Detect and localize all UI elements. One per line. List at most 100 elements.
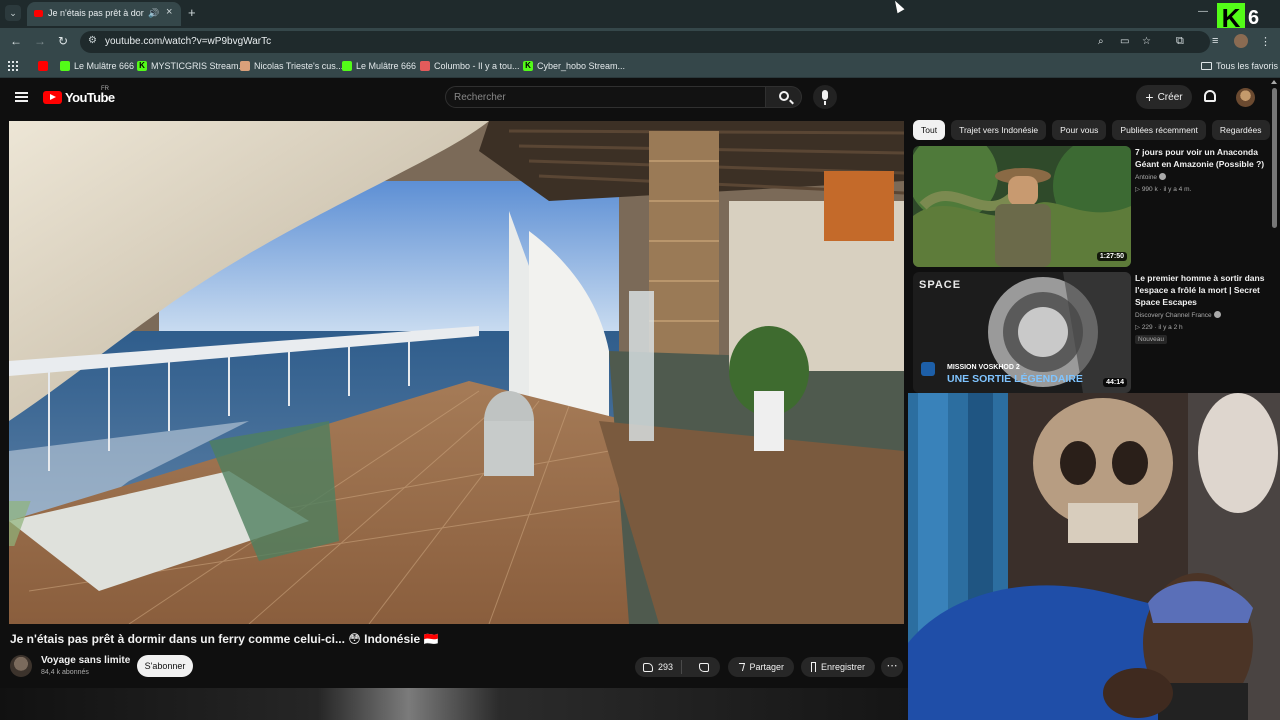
all-bookmarks-label: Tous les favoris [1216, 61, 1279, 71]
folder-icon [1201, 62, 1212, 70]
bookmark-item[interactable]: Columbo - Il y a tou... [420, 61, 520, 71]
bookmark-item[interactable]: Nicolas Trieste's cus... [240, 61, 343, 71]
bookmark-item[interactable]: Le Mulâtre 666 [342, 61, 416, 71]
webcam-overlay [908, 393, 1280, 720]
search-box [445, 86, 766, 108]
bookmark-label: Columbo - Il y a tou... [434, 61, 520, 71]
recommendation-channel[interactable]: Antoine [1135, 173, 1167, 181]
bookmark-label: MYSTICGRIS Stream... [151, 61, 247, 71]
more-actions-icon[interactable]: ⋯ [881, 657, 903, 677]
chip-trajet-indonesie[interactable]: Trajet vers Indonésie [951, 120, 1047, 140]
forward-icon[interactable]: → [34, 34, 46, 48]
share-label: Partager [749, 662, 784, 672]
chip-regardees[interactable]: Regardées [1211, 120, 1270, 140]
youtube-logo[interactable]: YouTube FR [43, 86, 115, 105]
youtube-wordmark: YouTube [65, 90, 115, 105]
zoom-icon[interactable]: ⌕ [1098, 36, 1104, 47]
minimize-window-icon[interactable]: — [1198, 6, 1208, 17]
thumbnail-caption-line2: UNE SORTIE LÉGENDAIRE [947, 373, 1083, 385]
profile-avatar[interactable] [1234, 34, 1248, 48]
verified-icon [1159, 173, 1167, 180]
video-player[interactable] [9, 121, 904, 624]
thumbs-up-icon [643, 662, 654, 672]
extensions-icon[interactable]: ⧉ [1176, 35, 1184, 48]
video-thumbnail[interactable] [913, 146, 1131, 267]
bookmark-star-icon[interactable]: ☆ [1142, 36, 1151, 47]
like-button[interactable]: 293 [635, 660, 683, 674]
back-icon[interactable]: ← [10, 34, 22, 48]
bookmarks-bar: Le Mulâtre 666 K MYSTICGRIS Stream... Ni… [0, 56, 1280, 78]
video-thumbnail[interactable]: SPACE MISSION VOSKHOD 2 UNE SORTIE LÉGEN… [913, 272, 1131, 393]
site-info-icon[interactable]: ⚙ [88, 35, 97, 46]
account-avatar[interactable] [1236, 88, 1255, 107]
streamer-webcam-feed [908, 393, 1280, 720]
create-label: Créer [1157, 91, 1183, 103]
bookmark-item[interactable]: K Cyber_hobo Stream... [523, 61, 625, 71]
leaf-icon [342, 61, 352, 71]
recommendation-title[interactable]: Le premier homme à sortir dans l'espace … [1135, 272, 1265, 308]
recommendation-item[interactable]: SPACE MISSION VOSKHOD 2 UNE SORTIE LÉGEN… [913, 272, 1273, 394]
notifications-bell-icon[interactable] [1204, 90, 1216, 102]
search-button[interactable] [766, 86, 802, 108]
channel-name[interactable]: Voyage sans limite [41, 655, 130, 666]
bookmark-label: Le Mulâtre 666 [356, 61, 417, 71]
hamburger-menu-icon[interactable] [15, 92, 28, 102]
share-button[interactable]: Partager [728, 657, 794, 677]
meta-text: 990 k · il y a 4 m. [1141, 186, 1192, 193]
bookmark-item[interactable]: K MYSTICGRIS Stream... [137, 61, 246, 71]
chip-publiees-recemment[interactable]: Publiées récemment [1112, 120, 1206, 140]
avatar-icon [420, 61, 430, 71]
chip-pour-vous[interactable]: Pour vous [1052, 120, 1107, 140]
jungle-explorer-thumbnail [913, 146, 1131, 267]
search-input[interactable] [454, 90, 754, 104]
recommendation-channel[interactable]: Discovery Channel France [1135, 311, 1221, 319]
video-title: Je n'étais pas prêt à dormir dans un fer… [10, 632, 439, 646]
recommendation-chips: Tout Trajet vers Indonésie Pour vous Pub… [913, 120, 1273, 140]
bookmark-label: Nicolas Trieste's cus... [254, 61, 344, 71]
leaf-icon [60, 61, 70, 71]
save-label: Enregistrer [820, 662, 865, 672]
new-tab-icon[interactable]: + [188, 5, 196, 20]
speaker-icon[interactable]: 🔊 [148, 8, 159, 19]
close-tab-icon[interactable]: × [166, 6, 172, 18]
subscribe-button[interactable]: S'abonner [137, 655, 193, 677]
recommendation-item[interactable]: 1:27:50 7 jours pour voir un Anaconda Gé… [913, 146, 1273, 268]
save-playlist-icon [811, 662, 816, 672]
tab-search-icon[interactable]: ⌄ [5, 5, 21, 21]
bookmark-label: Le Mulâtre 666 [74, 61, 135, 71]
bookmark-youtube[interactable] [38, 61, 48, 71]
thumbs-down-icon [698, 662, 709, 672]
youtube-favicon-icon [34, 10, 43, 17]
like-dislike-group: 293 [635, 657, 720, 677]
youtube-masthead: YouTube FR + Créer [0, 79, 1280, 117]
url-text[interactable]: youtube.com/watch?v=wP9bvgWarTc [105, 36, 271, 47]
create-button[interactable]: + Créer [1136, 85, 1192, 109]
channel-avatar[interactable] [10, 655, 32, 677]
description-preview [0, 688, 908, 720]
reload-icon[interactable]: ↻ [58, 34, 68, 48]
dislike-button[interactable] [687, 662, 720, 672]
play-count-icon: ▷ [1135, 186, 1142, 193]
all-bookmarks[interactable]: Tous les favoris [1201, 61, 1278, 71]
address-bar[interactable]: ⚙ youtube.com/watch?v=wP9bvgWarTc ⌕ ▭ ☆ [80, 31, 1210, 53]
apps-grid-icon[interactable] [8, 61, 18, 71]
channel-label: Antoine [1135, 174, 1158, 181]
bookmark-label: Cyber_hobo Stream... [537, 61, 626, 71]
video-duration: 1:27:50 [1096, 252, 1127, 261]
tab-title: Je n'étais pas prêt à dormir [48, 8, 144, 18]
recommendation-title[interactable]: 7 jours pour voir un Anaconda Géant en A… [1135, 146, 1265, 170]
media-icon[interactable]: ≡ [1212, 35, 1218, 47]
scroll-up-arrow-icon[interactable] [1271, 80, 1277, 84]
save-button[interactable]: Enregistrer [801, 657, 875, 677]
browser-tab-active[interactable]: Je n'étais pas prêt à dormir 🔊 × [27, 2, 181, 26]
kick-icon: K [137, 61, 147, 71]
chip-tout[interactable]: Tout [913, 120, 946, 140]
cast-icon[interactable]: ▭ [1120, 36, 1129, 47]
recommendation-meta: ▷ 229 · il y a 2 h [1135, 323, 1183, 331]
voice-search-mic-icon[interactable] [813, 85, 837, 109]
thumbnail-caption-line1: MISSION VOSKHOD 2 [947, 364, 1020, 371]
page-scrollbar[interactable] [1272, 88, 1277, 228]
menu-icon[interactable]: ⋮ [1260, 35, 1271, 48]
bookmark-item[interactable]: Le Mulâtre 666 [60, 61, 134, 71]
browser-toolbar: ← → ↻ ⚙ youtube.com/watch?v=wP9bvgWarTc … [0, 28, 1280, 56]
